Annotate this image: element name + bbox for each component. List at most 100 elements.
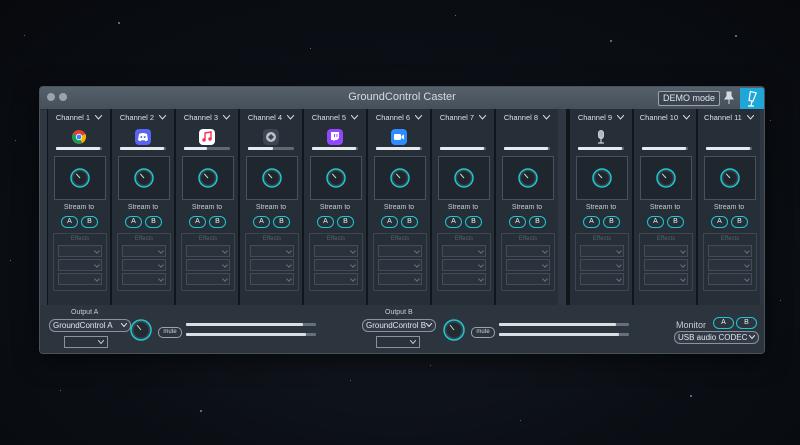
stream-to-b-button[interactable]: B (145, 216, 162, 228)
channel-volume-knob[interactable] (518, 168, 538, 188)
effects-panel: Effects (309, 233, 363, 291)
channel-volume-knob[interactable] (720, 168, 740, 188)
effect-slot[interactable] (644, 245, 688, 257)
channel-select[interactable]: Channel 4 (240, 113, 302, 122)
channel-select[interactable]: Channel 10 (634, 113, 696, 122)
output-a-volume-knob[interactable] (130, 319, 152, 341)
stream-to-a-button[interactable]: A (647, 216, 664, 228)
effect-slot[interactable] (250, 245, 294, 257)
stream-to-b-button[interactable]: B (667, 216, 684, 228)
effect-slot[interactable] (186, 259, 230, 271)
channel-volume-panel (310, 156, 362, 200)
effect-slot[interactable] (314, 259, 358, 271)
channel-volume-knob[interactable] (198, 168, 218, 188)
effect-slot[interactable] (58, 273, 102, 285)
effect-slot[interactable] (314, 273, 358, 285)
effect-slot[interactable] (58, 245, 102, 257)
monitor-device-select[interactable]: USB audio CODEC (674, 331, 759, 344)
demo-mode-button[interactable]: DEMO mode (658, 91, 721, 106)
stream-to-b-button[interactable]: B (273, 216, 290, 228)
pin-icon[interactable] (724, 91, 734, 105)
effect-slot[interactable] (580, 259, 624, 271)
effect-slot[interactable] (442, 245, 486, 257)
stream-to-b-button[interactable]: B (529, 216, 546, 228)
channel-select[interactable]: Channel 9 (570, 113, 632, 122)
chevron-down-icon (222, 262, 228, 268)
channel-select[interactable]: Channel 5 (304, 113, 366, 122)
effect-slot[interactable] (186, 245, 230, 257)
effect-slot[interactable] (644, 259, 688, 271)
effect-slot[interactable] (250, 259, 294, 271)
stream-to-a-button[interactable]: A (125, 216, 142, 228)
channel-select[interactable]: Channel 6 (368, 113, 430, 122)
stream-to-b-button[interactable]: B (337, 216, 354, 228)
stream-to-b-button[interactable]: B (465, 216, 482, 228)
chevron-down-icon (158, 248, 164, 254)
stream-to-b-button[interactable]: B (401, 216, 418, 228)
stream-to-b-button[interactable]: B (81, 216, 98, 228)
channel-volume-knob[interactable] (262, 168, 282, 188)
channel-volume-knob[interactable] (70, 168, 90, 188)
groundcontrol-logo[interactable] (740, 88, 764, 109)
stream-to-b-button[interactable]: B (209, 216, 226, 228)
effect-slot[interactable] (58, 259, 102, 271)
stream-to-a-button[interactable]: A (583, 216, 600, 228)
output-a-channel-select[interactable] (64, 336, 108, 348)
channel-volume-knob[interactable] (326, 168, 346, 188)
stream-to-a-button[interactable]: A (317, 216, 334, 228)
effect-slot[interactable] (506, 259, 550, 271)
title-bar[interactable]: GroundControl Caster DEMO mode (40, 87, 764, 110)
chevron-down-icon (414, 276, 420, 282)
stream-to-a-button[interactable]: A (445, 216, 462, 228)
monitor-a-button[interactable]: A (713, 317, 734, 329)
channel-select[interactable]: Channel 7 (432, 113, 494, 122)
channel-select[interactable]: Channel 11 (698, 113, 760, 122)
effect-slot[interactable] (708, 259, 752, 271)
effect-slot[interactable] (314, 245, 358, 257)
output-b-mute-button[interactable]: mute (471, 327, 495, 338)
stream-to-a-button[interactable]: A (509, 216, 526, 228)
effect-slot[interactable] (708, 273, 752, 285)
channel-volume-knob[interactable] (390, 168, 410, 188)
effect-slot[interactable] (122, 259, 166, 271)
channel-select[interactable]: Channel 1 (48, 113, 110, 122)
effect-slot[interactable] (580, 245, 624, 257)
output-b-channel-select[interactable] (376, 336, 420, 348)
channel-volume-knob[interactable] (592, 168, 612, 188)
channel-volume-panel (182, 156, 234, 200)
effect-slot[interactable] (122, 245, 166, 257)
channel-select[interactable]: Channel 8 (496, 113, 558, 122)
output-b-device-select[interactable]: GroundControl B (362, 319, 436, 332)
channel-volume-knob[interactable] (454, 168, 474, 188)
stream-to-b-button[interactable]: B (731, 216, 748, 228)
effect-slot[interactable] (122, 273, 166, 285)
effect-slot[interactable] (378, 245, 422, 257)
effect-slot[interactable] (644, 273, 688, 285)
effect-slot[interactable] (708, 245, 752, 257)
effect-slot[interactable] (442, 259, 486, 271)
effect-slot[interactable] (442, 273, 486, 285)
effect-slot[interactable] (250, 273, 294, 285)
channel-label: Channel 11 (704, 113, 742, 122)
stream-to-a-button[interactable]: A (253, 216, 270, 228)
stream-to-a-button[interactable]: A (189, 216, 206, 228)
channel-select[interactable]: Channel 3 (176, 113, 238, 122)
effect-slot[interactable] (506, 273, 550, 285)
effect-slot[interactable] (378, 273, 422, 285)
output-b-volume-knob[interactable] (443, 319, 465, 341)
effect-slot[interactable] (580, 273, 624, 285)
effect-slot[interactable] (186, 273, 230, 285)
stream-to-a-button[interactable]: A (381, 216, 398, 228)
effect-slot[interactable] (378, 259, 422, 271)
channel-volume-knob[interactable] (134, 168, 154, 188)
monitor-b-button[interactable]: B (736, 317, 757, 329)
effect-slot[interactable] (506, 245, 550, 257)
output-a-mute-button[interactable]: mute (158, 327, 182, 338)
stream-to-a-button[interactable]: A (61, 216, 78, 228)
channel-volume-knob[interactable] (656, 168, 676, 188)
channel-select[interactable]: Channel 2 (112, 113, 174, 122)
chevron-down-icon (222, 248, 228, 254)
stream-to-b-button[interactable]: B (603, 216, 620, 228)
output-a-device-select[interactable]: GroundControl A (49, 319, 131, 332)
stream-to-a-button[interactable]: A (711, 216, 728, 228)
